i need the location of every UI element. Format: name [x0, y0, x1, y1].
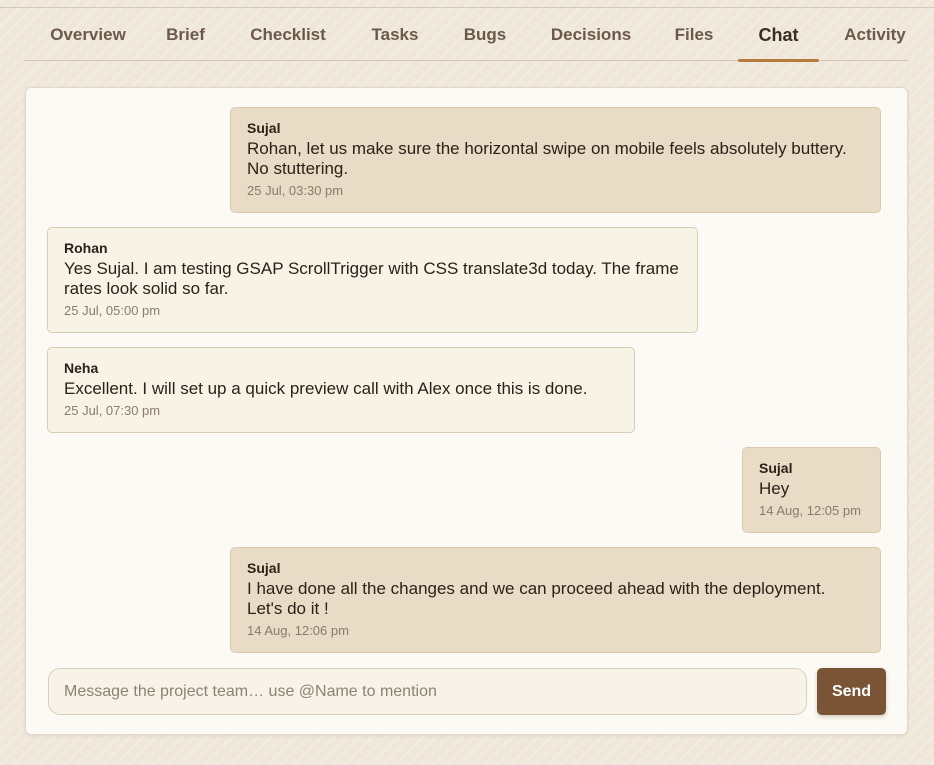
tab-decisions[interactable]: Decisions [547, 12, 635, 60]
tab-checklist[interactable]: Checklist [243, 12, 333, 60]
message-author: Neha [64, 360, 99, 376]
message-input[interactable] [48, 668, 807, 715]
message-text: Rohan, let us make sure the horizontal s… [247, 139, 847, 178]
top-divider [0, 7, 934, 8]
message-timestamp: 14 Aug, 12:05 pm [759, 503, 861, 518]
tab-chat[interactable]: Chat [738, 12, 819, 62]
message-timestamp: 25 Jul, 03:30 pm [247, 183, 344, 198]
chat-message: Sujal I have done all the changes and we… [230, 547, 881, 653]
message-text: Hey [759, 479, 790, 498]
message-author: Sujal [759, 460, 793, 476]
message-text: Yes Sujal. I am testing GSAP ScrollTrigg… [64, 259, 679, 298]
tab-files[interactable]: Files [672, 12, 716, 60]
message-timestamp: 25 Jul, 05:00 pm [64, 303, 161, 318]
chat-message: Neha Excellent. I will set up a quick pr… [47, 347, 635, 433]
message-text: I have done all the changes and we can p… [247, 579, 826, 618]
send-button[interactable]: Send [817, 668, 886, 715]
message-text: Excellent. I will set up a quick preview… [64, 379, 588, 398]
message-author: Sujal [247, 120, 281, 136]
tab-brief[interactable]: Brief [158, 12, 213, 60]
message-author: Rohan [64, 240, 108, 256]
tab-activity[interactable]: Activity [842, 12, 908, 60]
project-tabs: Overview Brief Checklist Tasks Bugs Deci… [24, 12, 909, 62]
chat-message: Sujal Hey 14 Aug, 12:05 pm [742, 447, 881, 533]
chat-message: Sujal Rohan, let us make sure the horizo… [230, 107, 881, 213]
chat-message: Rohan Yes Sujal. I am testing GSAP Scrol… [47, 227, 698, 333]
chat-panel: Sujal Rohan, let us make sure the horizo… [25, 87, 908, 735]
tab-bugs[interactable]: Bugs [460, 12, 510, 60]
message-timestamp: 14 Aug, 12:06 pm [247, 623, 349, 638]
message-author: Sujal [247, 560, 281, 576]
tab-overview[interactable]: Overview [32, 12, 144, 60]
message-timestamp: 25 Jul, 07:30 pm [64, 403, 161, 418]
tab-tasks[interactable]: Tasks [368, 12, 422, 60]
